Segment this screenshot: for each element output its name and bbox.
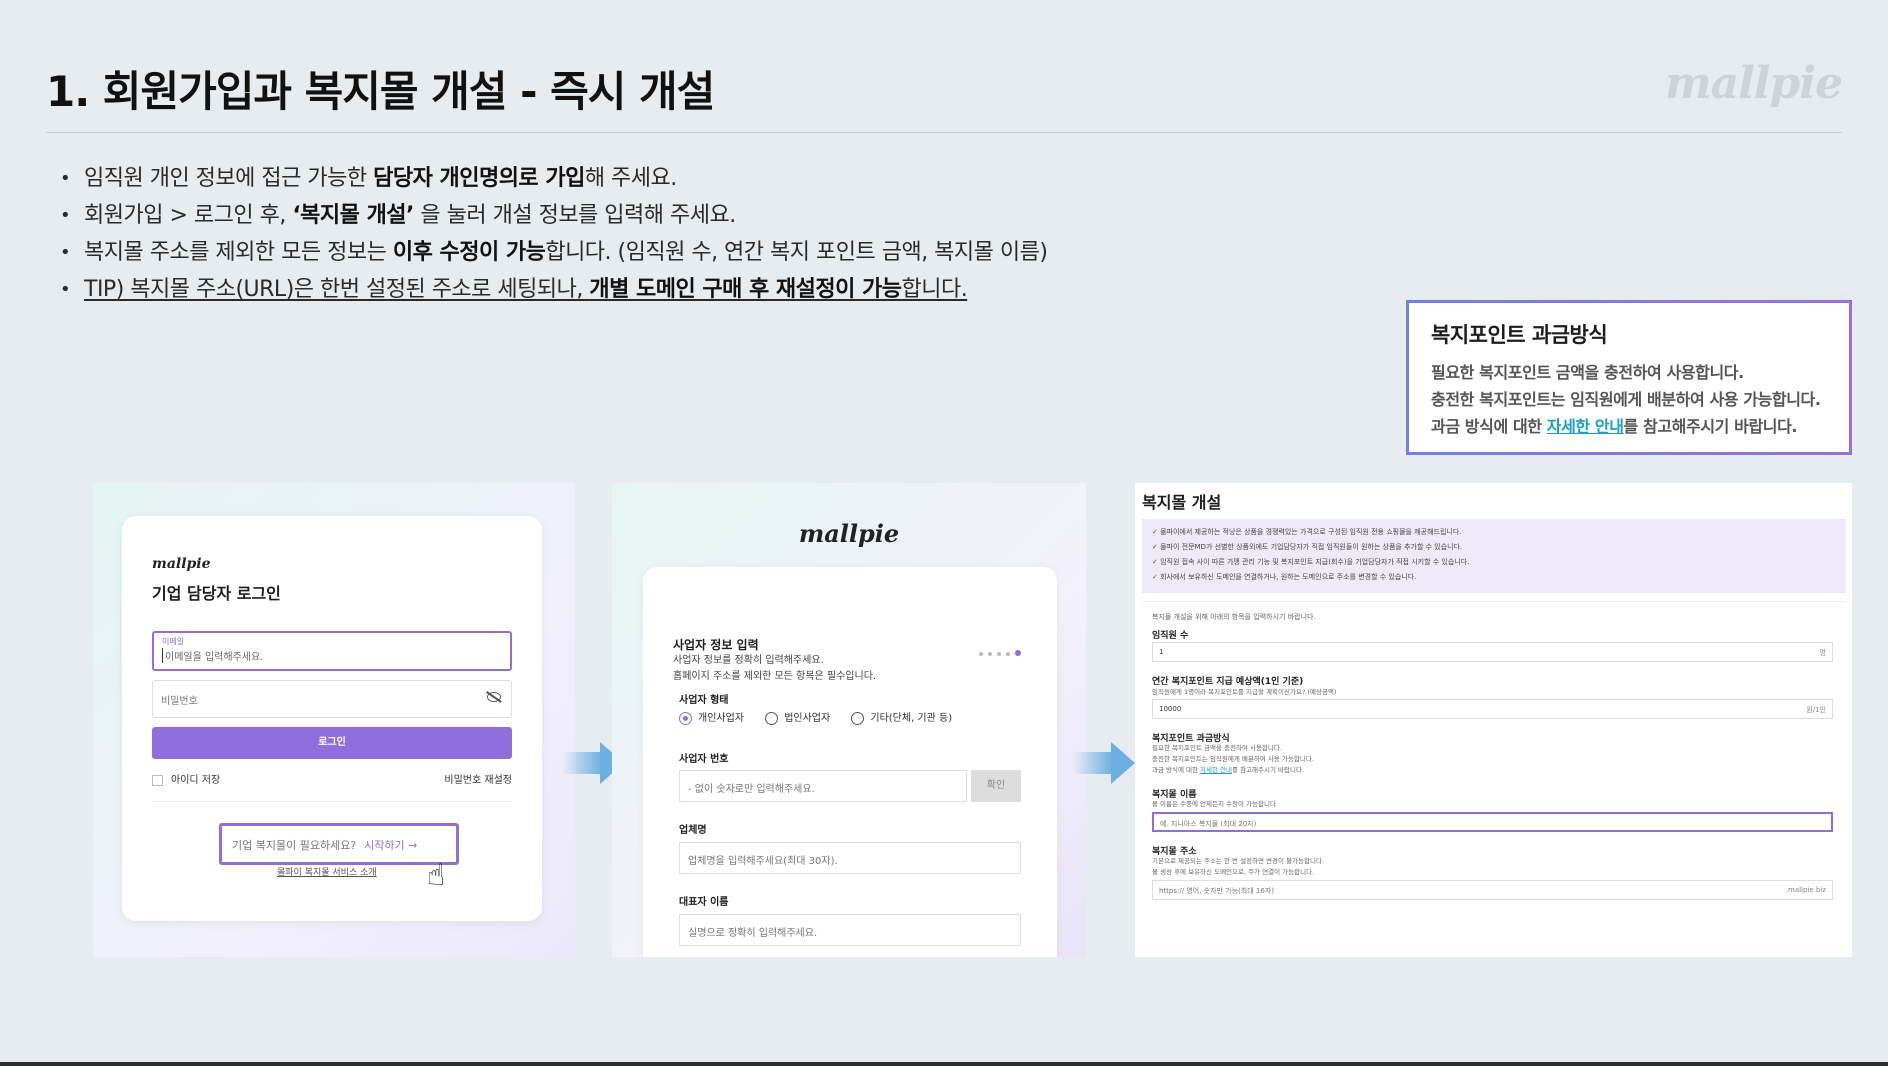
- billing-info-line: 과금 방식에 대한 자세한 안내를 참고해주시기 바랍니다.: [1431, 417, 1798, 436]
- title-divider: [46, 132, 1842, 133]
- business-logo: mallpie: [798, 519, 900, 548]
- email-placeholder: 이메일을 입력해주세요.: [162, 648, 502, 663]
- mall-address-input[interactable]: https:// 영어, 숫자만 가능(최대 16자) .mallpie.biz: [1152, 880, 1833, 900]
- email-label: 이메일: [162, 637, 185, 646]
- password-placeholder: 비밀번호: [161, 696, 198, 707]
- eye-off-icon[interactable]: [487, 692, 501, 702]
- radio-icon: [765, 711, 779, 725]
- cta-start: 시작하기 →: [364, 839, 418, 852]
- service-intro-link[interactable]: 몰파이 복지몰 서비스 소개: [277, 865, 377, 878]
- business-type-label: 사업자 형태: [679, 695, 729, 706]
- login-button[interactable]: 로그인: [152, 727, 512, 759]
- confirm-button[interactable]: 확인: [971, 770, 1021, 802]
- employees-input[interactable]: 1명: [1152, 642, 1833, 662]
- mall-open-notes: 몰파이에서 제공하는 적낭은 상품을 경쟁력있는 가격으로 구성된 임직원 전용…: [1142, 519, 1846, 593]
- instruction-list: 임직원 개인 정보에 접근 가능한 담당자 개인명의로 가입해 주세요. 회원가…: [58, 160, 1048, 308]
- divider: [152, 801, 512, 802]
- radio-selected-icon: [679, 711, 692, 725]
- radio-corporate[interactable]: 법인사업자: [765, 709, 830, 725]
- reset-password-link[interactable]: 비밀번호 재설정: [444, 771, 512, 786]
- step-indicator: [974, 641, 1021, 660]
- login-title: 기업 담당자 로그인: [152, 584, 281, 603]
- billing-detail-link[interactable]: 자세한 안내: [1200, 766, 1232, 774]
- password-field[interactable]: 비밀번호: [152, 680, 512, 718]
- business-number-label: 사업자 번호: [679, 754, 729, 765]
- mall-open-form: 복지몰 개설을 위해 아래의 항목을 입력하시기 바랍니다. 임직원 수 1명 …: [1142, 601, 1846, 957]
- billing-detail-link[interactable]: 자세한 안내: [1547, 417, 1624, 436]
- instruction-item: 회원가입 > 로그인 후, ‘복지몰 개설’ 을 눌러 개설 정보를 입력해 주…: [58, 197, 1047, 234]
- remember-id-label: 아이디 저장: [171, 775, 221, 786]
- ceo-name-label: 대표자 이름: [679, 897, 729, 908]
- business-type-radio-group: 개인사업자 법인사업자 기타(단체, 기관 등): [679, 709, 970, 725]
- mall-name-input[interactable]: 예. 지니아스 복지몰 (최대 20자): [1152, 812, 1833, 832]
- start-mall-button[interactable]: 기업 복지몰이 필요하세요? 시작하기 →: [219, 823, 459, 865]
- billing-info-line: 충전한 복지포인트는 임직원에게 배분하여 사용 가능합니다.: [1431, 390, 1821, 409]
- bottom-bar: [0, 1062, 1888, 1066]
- business-number-input[interactable]: - 없이 숫자로만 입력해주세요.: [679, 770, 967, 802]
- business-desc: 사업자 정보를 정확히 입력해주세요. 홈페이지 주소를 제외한 모든 항목은 …: [673, 655, 877, 682]
- employees-label: 임직원 수: [1152, 631, 1189, 641]
- radio-other[interactable]: 기타(단체, 기관 등): [851, 709, 952, 725]
- instruction-item: TIP) 복지몰 주소(URL)은 한번 설정된 주소로 세팅되나, 개별 도메…: [58, 271, 1047, 308]
- mall-open-screenshot: 복지몰 개설 몰파이에서 제공하는 적낭은 상품을 경쟁력있는 가격으로 구성된…: [1135, 483, 1852, 957]
- radio-icon: [851, 711, 865, 725]
- radio-individual[interactable]: 개인사업자: [679, 709, 744, 725]
- mall-open-title: 복지몰 개설: [1142, 493, 1222, 512]
- page-title: 1. 회원가입과 복지몰 개설 - 즉시 개설: [46, 67, 715, 116]
- login-options-row: 아이디 저장 비밀번호 재설정: [152, 771, 512, 786]
- points-label: 연간 복지포인트 지급 예상액(1인 기준): [1152, 677, 1304, 687]
- instruction-item: 임직원 개인 정보에 접근 가능한 담당자 개인명의로 가입해 주세요.: [58, 160, 1047, 197]
- company-name-input[interactable]: 업체명을 입력해주세요(최대 30자).: [679, 842, 1021, 874]
- points-input[interactable]: 10000 원/1인: [1152, 699, 1833, 719]
- slide: 1. 회원가입과 복지몰 개설 - 즉시 개설 mallpie 임직원 개인 정…: [0, 0, 1888, 1066]
- brand-logo: mallpie: [1665, 58, 1843, 109]
- billing-info-line: 필요한 복지포인트 금액을 충전하여 사용합니다.: [1431, 363, 1744, 382]
- login-logo: mallpie: [152, 556, 211, 572]
- business-info-screenshot: mallpie 사업자 정보 입력 사업자 정보를 정확히 입력해주세요. 홈페…: [612, 483, 1086, 957]
- cta-text: 기업 복지몰이 필요하세요?: [232, 839, 357, 852]
- ceo-name-input[interactable]: 실명으로 정확히 입력해주세요.: [679, 914, 1021, 946]
- business-heading: 사업자 정보 입력: [673, 638, 759, 652]
- remember-id-checkbox[interactable]: [152, 774, 163, 786]
- pointer-hand-icon: ☝: [427, 858, 446, 893]
- login-screenshot: mallpie 기업 담당자 로그인 이메일 이메일을 입력해주세요. 비밀번호…: [93, 483, 575, 957]
- business-card: 사업자 정보 입력 사업자 정보를 정확히 입력해주세요. 홈페이지 주소를 제…: [643, 567, 1057, 957]
- email-field[interactable]: 이메일 이메일을 입력해주세요.: [152, 631, 512, 671]
- company-name-label: 업체명: [679, 825, 707, 836]
- instruction-item: 복지몰 주소를 제외한 모든 정보는 이후 수정이 가능합니다. (임직원 수,…: [58, 234, 1048, 271]
- billing-info-title: 복지포인트 과금방식: [1431, 323, 1608, 347]
- login-card: mallpie 기업 담당자 로그인 이메일 이메일을 입력해주세요. 비밀번호…: [122, 516, 542, 921]
- billing-info-box: 복지포인트 과금방식 필요한 복지포인트 금액을 충전하여 사용합니다. 충전한…: [1406, 300, 1852, 455]
